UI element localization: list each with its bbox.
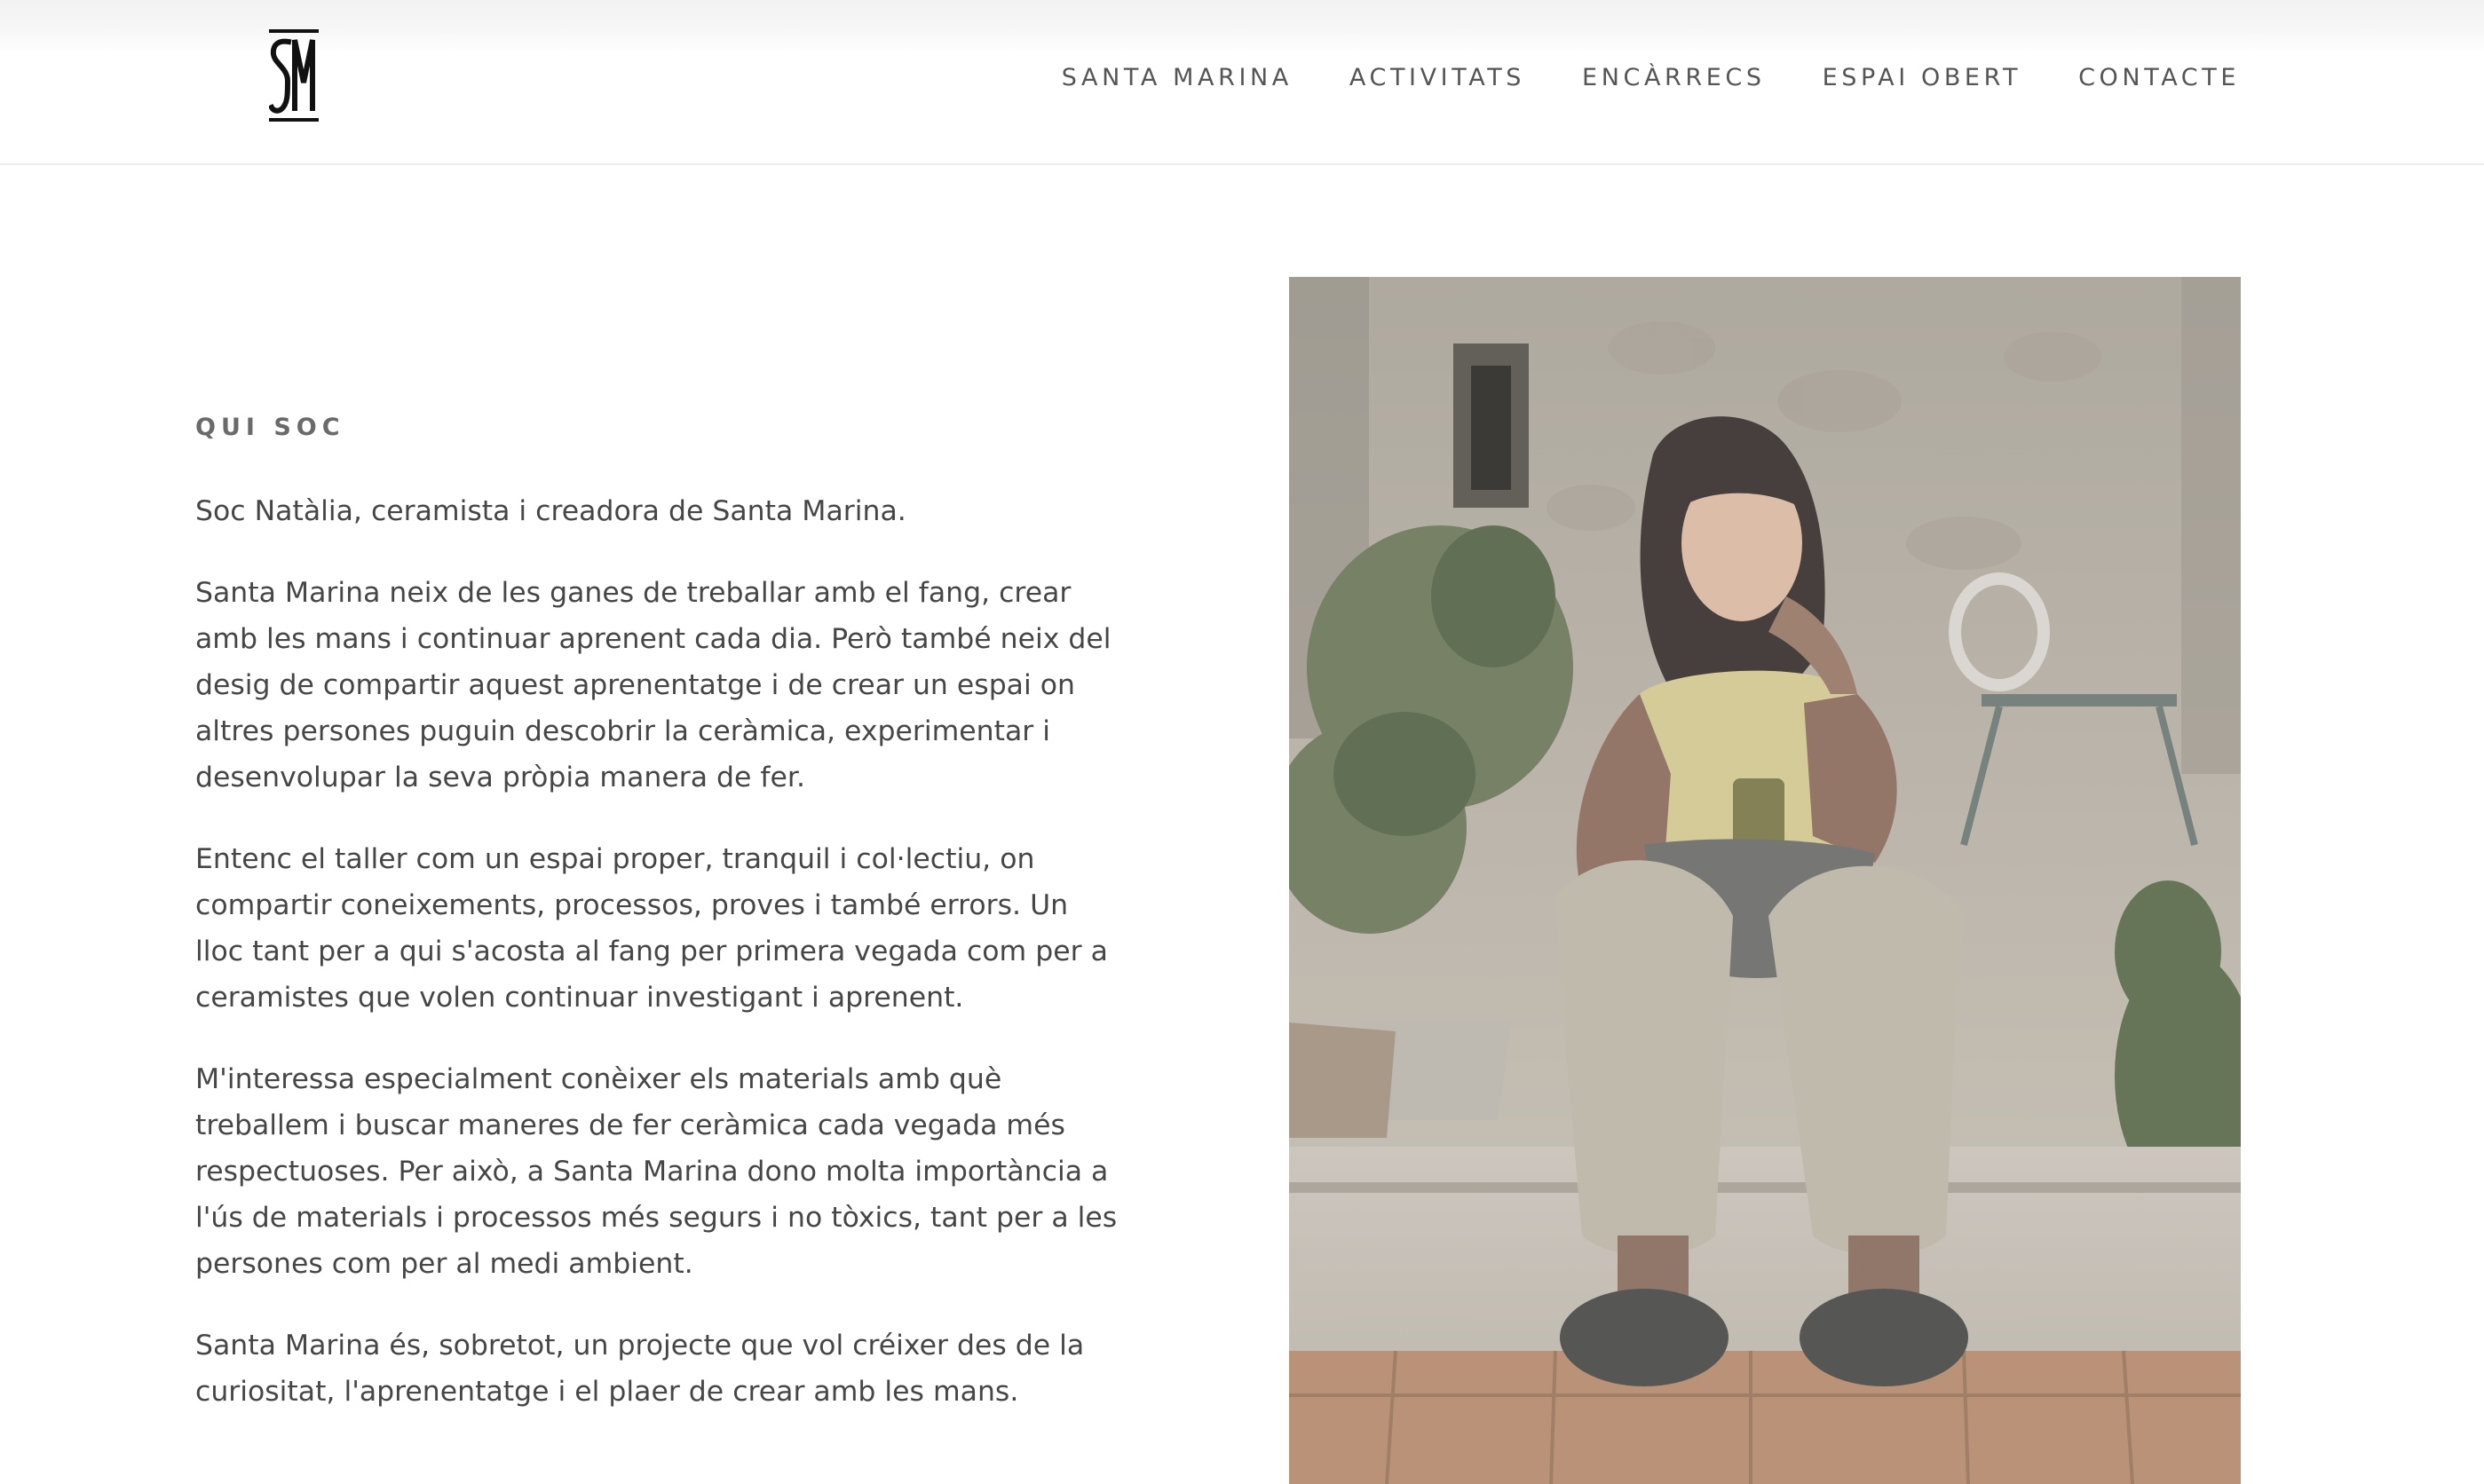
site-header: SANTA MARINA ACTIVITATS ENCÀRRECS ESPAI … xyxy=(0,0,2484,165)
about-section: QUI SOC Soc Natàlia, ceramista i creador… xyxy=(195,410,1119,1450)
nav-espai-obert[interactable]: ESPAI OBERT xyxy=(1823,60,2022,96)
nav-contacte[interactable]: CONTACTE xyxy=(2078,60,2240,96)
nav-activitats[interactable]: ACTIVITATS xyxy=(1349,60,1525,96)
logo-link[interactable] xyxy=(267,29,319,122)
section-eyebrow: QUI SOC xyxy=(195,414,345,441)
portrait-illustration xyxy=(1289,277,2241,1484)
nav-santa-marina[interactable]: SANTA MARINA xyxy=(1062,60,1293,96)
about-paragraph: Soc Natàlia, ceramista i creadora de San… xyxy=(195,495,906,527)
sm-logo-icon xyxy=(267,29,319,122)
about-paragraph: Santa Marina és, sobretot, un projecte q… xyxy=(195,1330,1085,1408)
about-paragraph: M'interessa especialment conèixer els ma… xyxy=(195,1063,1118,1280)
nav-encarrecs[interactable]: ENCÀRRECS xyxy=(1582,60,1766,96)
header-shadow xyxy=(0,0,2484,53)
about-paragraph: Santa Marina neix de les ganes de trebal… xyxy=(195,577,1111,793)
about-paragraph: Entenc el taller com un espai proper, tr… xyxy=(195,843,1108,1014)
main-nav: SANTA MARINA ACTIVITATS ENCÀRRECS ESPAI … xyxy=(1062,60,2240,96)
portrait-photo xyxy=(1289,277,2241,1484)
